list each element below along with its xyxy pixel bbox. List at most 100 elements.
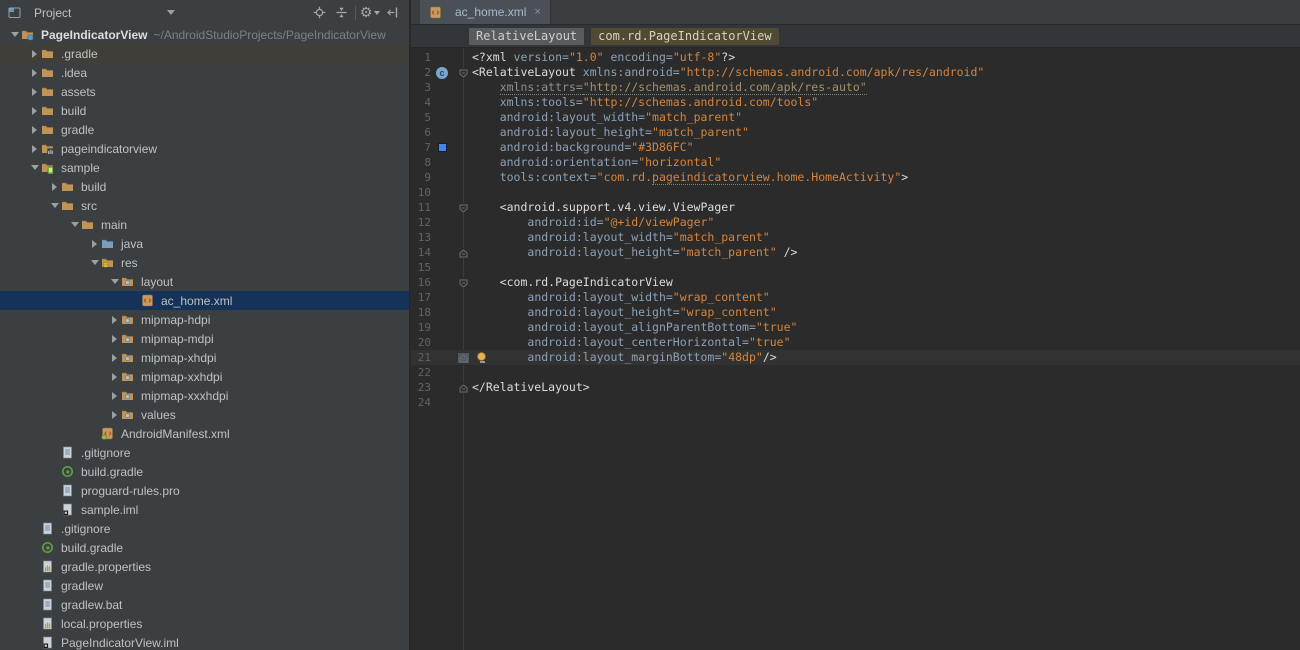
tree-item-androidmanifest-xml[interactable]: AndroidManifest.xml	[0, 424, 409, 443]
tree-item-gradlew[interactable]: gradlew	[0, 576, 409, 595]
tree-item--gitignore[interactable]: .gitignore	[0, 519, 409, 538]
code-line-18[interactable]: 18 android:layout_height="wrap_content"	[411, 305, 1300, 320]
tree-item-build[interactable]: build	[0, 177, 409, 196]
code-line-15[interactable]: 15	[411, 260, 1300, 275]
chevron-down-icon[interactable]	[68, 222, 81, 227]
tree-item-gradlew-bat[interactable]: gradlew.bat	[0, 595, 409, 614]
tree-item-gradle-properties[interactable]: gradle.properties	[0, 557, 409, 576]
code-line-3[interactable]: 3 xmlns:attrs="http://schemas.android.co…	[411, 80, 1300, 95]
tree-item-pageindicatorview[interactable]: PageIndicatorView ~/AndroidStudioProjects…	[0, 25, 409, 44]
tree-item--gitignore[interactable]: .gitignore	[0, 443, 409, 462]
fold-marker-down[interactable]	[458, 203, 469, 213]
tree-item-label: .gradle	[61, 46, 98, 61]
chevron-right-icon[interactable]	[28, 106, 41, 115]
chevron-right-icon[interactable]	[108, 315, 121, 324]
locate-file-button[interactable]	[308, 3, 330, 23]
code-line-21[interactable]: 21 android:layout_marginBottom="48dp"/>	[411, 350, 1300, 365]
tree-item-src[interactable]: src	[0, 196, 409, 215]
chevron-right-icon[interactable]	[28, 144, 41, 153]
tree-item-values[interactable]: values	[0, 405, 409, 424]
tree-item-main[interactable]: main	[0, 215, 409, 234]
tree-item-mipmap-hdpi[interactable]: mipmap-hdpi	[0, 310, 409, 329]
chevron-right-icon[interactable]	[28, 87, 41, 96]
folder-icon	[61, 180, 76, 193]
code-line-24[interactable]: 24	[411, 395, 1300, 410]
fold-marker-up[interactable]	[458, 383, 469, 393]
tree-item-proguard-rules-pro[interactable]: proguard-rules.pro	[0, 481, 409, 500]
context-class-gutter-icon[interactable]: c	[436, 66, 454, 79]
tree-item-build-gradle[interactable]: build.gradle	[0, 462, 409, 481]
close-tab-icon[interactable]: ×	[534, 6, 540, 18]
hide-panel-button[interactable]	[381, 3, 403, 23]
code-line-4[interactable]: 4 xmlns:tools="http://schemas.android.co…	[411, 95, 1300, 110]
settings-gear-button[interactable]: ⚙	[359, 3, 381, 23]
chevron-right-icon[interactable]	[48, 182, 61, 191]
code-line-16[interactable]: 16 <com.rd.PageIndicatorView	[411, 275, 1300, 290]
chevron-down-icon[interactable]	[28, 165, 41, 170]
tree-item-mipmap-mdpi[interactable]: mipmap-mdpi	[0, 329, 409, 348]
code-line-12[interactable]: 12 android:id="@+id/viewPager"	[411, 215, 1300, 230]
tree-item-res[interactable]: res	[0, 253, 409, 272]
code-line-10[interactable]: 10	[411, 185, 1300, 200]
chevron-down-icon[interactable]	[8, 32, 21, 37]
tree-item-layout[interactable]: layout	[0, 272, 409, 291]
chevron-down-icon[interactable]	[48, 203, 61, 208]
breadcrumb-chip-relativelayout[interactable]: RelativeLayout	[469, 27, 585, 45]
chevron-right-icon[interactable]	[108, 410, 121, 419]
chevron-right-icon[interactable]	[108, 391, 121, 400]
tree-item-ac-home-xml[interactable]: ac_home.xml	[0, 291, 409, 310]
color-preview-gutter-icon[interactable]	[436, 141, 454, 154]
tree-item-assets[interactable]: assets	[0, 82, 409, 101]
chevron-right-icon[interactable]	[108, 353, 121, 362]
tree-item-label: AndroidManifest.xml	[121, 426, 230, 441]
code-line-17[interactable]: 17 android:layout_width="wrap_content"	[411, 290, 1300, 305]
tree-item--idea[interactable]: .idea	[0, 63, 409, 82]
tree-item-build-gradle[interactable]: build.gradle	[0, 538, 409, 557]
code-editor[interactable]: 1 <?xml version="1.0" encoding="utf-8"?> 2…	[411, 48, 1300, 650]
tree-item-gradle[interactable]: gradle	[0, 120, 409, 139]
fold-marker-up[interactable]	[458, 353, 469, 363]
code-line-14[interactable]: 14 android:layout_height="match_parent" …	[411, 245, 1300, 260]
project-view-dropdown-arrow[interactable]	[167, 10, 176, 15]
chevron-right-icon[interactable]	[28, 125, 41, 134]
chevron-right-icon[interactable]	[108, 334, 121, 343]
tree-item-java[interactable]: java	[0, 234, 409, 253]
chevron-right-icon[interactable]	[88, 239, 101, 248]
fold-marker-down[interactable]	[458, 278, 469, 288]
tree-item-label: build	[81, 179, 107, 194]
fold-marker-up[interactable]	[458, 248, 469, 258]
code-line-1[interactable]: 1 <?xml version="1.0" encoding="utf-8"?>	[411, 50, 1300, 65]
code-line-6[interactable]: 6 android:layout_height="match_parent"	[411, 125, 1300, 140]
chevron-down-icon[interactable]	[108, 279, 121, 284]
fold-marker-down[interactable]	[458, 68, 469, 78]
code-line-8[interactable]: 8 android:orientation="horizontal"	[411, 155, 1300, 170]
code-line-20[interactable]: 20 android:layout_centerHorizontal="true…	[411, 335, 1300, 350]
tree-item-sample-iml[interactable]: sample.iml	[0, 500, 409, 519]
code-line-11[interactable]: 11 <android.support.v4.view.ViewPager	[411, 200, 1300, 215]
tree-item-pageindicatorview-iml[interactable]: PageIndicatorView.iml	[0, 633, 409, 650]
tree-item-mipmap-xxxhdpi[interactable]: mipmap-xxxhdpi	[0, 386, 409, 405]
tree-item-build[interactable]: build	[0, 101, 409, 120]
code-line-22[interactable]: 22	[411, 365, 1300, 380]
code-line-2[interactable]: 2 c <RelativeLayout xmlns:android="http://…	[411, 65, 1300, 80]
code-line-19[interactable]: 19 android:layout_alignParentBottom="tru…	[411, 320, 1300, 335]
code-line-9[interactable]: 9 tools:context="com.rd.pageindicatorvie…	[411, 170, 1300, 185]
tree-item-sample[interactable]: sample	[0, 158, 409, 177]
tree-item-label: gradle	[61, 122, 95, 137]
code-line-13[interactable]: 13 android:layout_width="match_parent"	[411, 230, 1300, 245]
collapse-all-button[interactable]	[330, 3, 352, 23]
tree-item-pageindicatorview[interactable]: pageindicatorview	[0, 139, 409, 158]
code-line-5[interactable]: 5 android:layout_width="match_parent"	[411, 110, 1300, 125]
chevron-right-icon[interactable]	[28, 49, 41, 58]
chevron-right-icon[interactable]	[28, 68, 41, 77]
code-line-23[interactable]: 23 </RelativeLayout>	[411, 380, 1300, 395]
breadcrumb-chip-com-rd-pageindicatorview[interactable]: com.rd.PageIndicatorView	[591, 27, 779, 45]
code-line-7[interactable]: 7 android:background="#3D86FC"	[411, 140, 1300, 155]
chevron-right-icon[interactable]	[108, 372, 121, 381]
tree-item-mipmap-xxhdpi[interactable]: mipmap-xxhdpi	[0, 367, 409, 386]
tab-ac-home-xml[interactable]: ac_home.xml ×	[420, 0, 551, 24]
tree-item-local-properties[interactable]: local.properties	[0, 614, 409, 633]
chevron-down-icon[interactable]	[88, 260, 101, 265]
tree-item-mipmap-xhdpi[interactable]: mipmap-xhdpi	[0, 348, 409, 367]
tree-item--gradle[interactable]: .gradle	[0, 44, 409, 63]
